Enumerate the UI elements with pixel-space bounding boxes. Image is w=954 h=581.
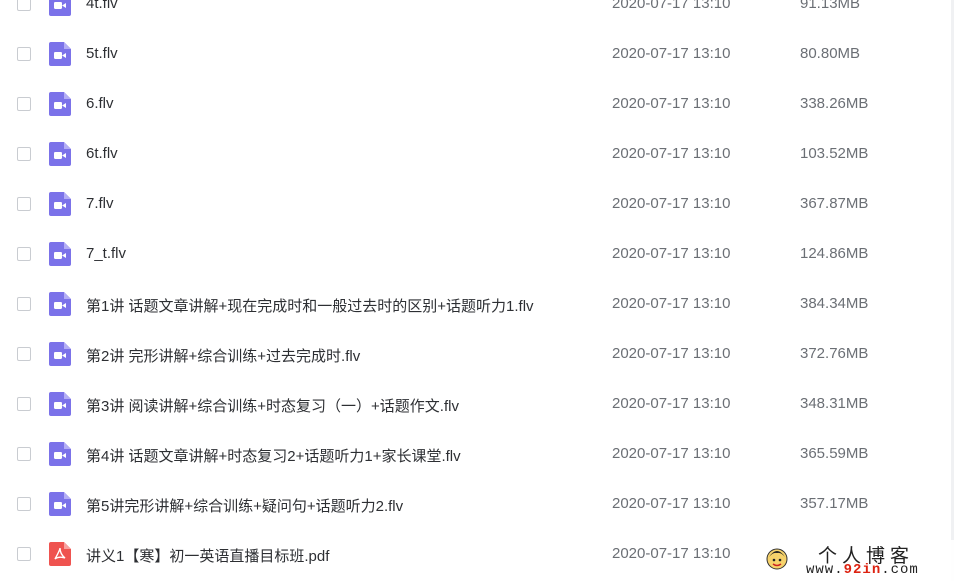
file-size: 372.76MB xyxy=(800,345,869,362)
video-file-icon xyxy=(49,192,71,216)
file-row[interactable]: 6t.flv 2020-07-17 13:10 103.52MB xyxy=(0,130,954,180)
file-date: 2020-07-17 13:10 xyxy=(612,545,731,562)
file-name[interactable]: 7.flv xyxy=(86,195,114,212)
file-size: 103.52MB xyxy=(800,145,869,162)
row-checkbox[interactable] xyxy=(17,347,31,361)
file-name[interactable]: 6t.flv xyxy=(86,145,118,162)
watermark-url: www.92in.com xyxy=(806,562,919,578)
file-name[interactable]: 5t.flv xyxy=(86,45,118,62)
row-checkbox[interactable] xyxy=(17,297,31,311)
file-size: 80.80MB xyxy=(800,45,861,62)
video-file-icon xyxy=(49,492,71,516)
video-file-icon xyxy=(49,342,71,366)
video-file-icon xyxy=(49,0,71,16)
file-row[interactable]: 第5讲完形讲解+综合训练+疑问句+话题听力2.flv 2020-07-17 13:… xyxy=(0,480,954,530)
video-file-icon xyxy=(49,442,71,466)
file-date: 2020-07-17 13:10 xyxy=(612,95,731,112)
file-row[interactable]: 第4讲 话题文章讲解+时态复习2+话题听力1+家长课堂.flv 2020-07-1… xyxy=(0,430,954,480)
file-name[interactable]: 第1讲 话题文章讲解+现在完成时和一般过去时的区别+话题听力1.flv xyxy=(86,295,534,316)
file-size: 124.86MB xyxy=(800,245,869,262)
file-date: 2020-07-17 13:10 xyxy=(612,395,731,412)
row-checkbox[interactable] xyxy=(17,47,31,61)
file-row[interactable]: 5t.flv 2020-07-17 13:10 80.80MB xyxy=(0,30,954,80)
file-size: 365.59MB xyxy=(800,445,869,462)
file-size: 357.17MB xyxy=(800,495,869,512)
file-name[interactable]: 第4讲 话题文章讲解+时态复习2+话题听力1+家长课堂.flv xyxy=(86,445,461,466)
file-size: 338.26MB xyxy=(800,95,869,112)
file-row[interactable]: 4t.flv 2020-07-17 13:10 91.13MB xyxy=(0,0,954,30)
file-row[interactable]: 第1讲 话题文章讲解+现在完成时和一般过去时的区别+话题听力1.flv 2020-… xyxy=(0,280,954,330)
video-file-icon xyxy=(49,92,71,116)
row-checkbox[interactable] xyxy=(17,97,31,111)
file-date: 2020-07-17 13:10 xyxy=(612,145,731,162)
file-date: 2020-07-17 13:10 xyxy=(612,295,731,312)
row-checkbox[interactable] xyxy=(17,397,31,411)
file-size: 367.87MB xyxy=(800,195,869,212)
video-file-icon xyxy=(49,392,71,416)
row-checkbox[interactable] xyxy=(17,447,31,461)
file-name[interactable]: 讲义1【寒】初一英语直播目标班.pdf xyxy=(86,545,329,566)
file-size: 348.31MB xyxy=(800,395,869,412)
row-checkbox[interactable] xyxy=(17,247,31,261)
file-date: 2020-07-17 13:10 xyxy=(612,345,731,362)
file-row[interactable]: 6.flv 2020-07-17 13:10 338.26MB xyxy=(0,80,954,130)
file-name[interactable]: 7_t.flv xyxy=(86,245,126,262)
video-file-icon xyxy=(49,142,71,166)
file-date: 2020-07-17 13:10 xyxy=(612,45,731,62)
file-list: 4t.flv 2020-07-17 13:10 91.13MB 5t.flv 2020-… xyxy=(0,0,954,580)
file-date: 2020-07-17 13:10 xyxy=(612,0,731,12)
row-checkbox[interactable] xyxy=(17,497,31,511)
file-name[interactable]: 第2讲 完形讲解+综合训练+过去完成时.flv xyxy=(86,345,360,366)
video-file-icon xyxy=(49,292,71,316)
watermark: 个人博客 www.92in.com xyxy=(760,540,954,581)
file-name[interactable]: 第3讲 阅读讲解+综合训练+时态复习（一）+话题作文.flv xyxy=(86,395,459,416)
file-date: 2020-07-17 13:10 xyxy=(612,495,731,512)
file-size: 91.13MB xyxy=(800,0,861,12)
file-row[interactable]: 7_t.flv 2020-07-17 13:10 124.86MB xyxy=(0,230,954,280)
file-size: 384.34MB xyxy=(800,295,869,312)
file-row[interactable]: 第2讲 完形讲解+综合训练+过去完成时.flv 2020-07-17 13:10 3… xyxy=(0,330,954,380)
watermark-logo-icon xyxy=(766,548,788,570)
row-checkbox[interactable] xyxy=(17,147,31,161)
row-checkbox[interactable] xyxy=(17,547,31,561)
file-row[interactable]: 7.flv 2020-07-17 13:10 367.87MB xyxy=(0,180,954,230)
file-name[interactable]: 4t.flv xyxy=(86,0,118,12)
file-name[interactable]: 6.flv xyxy=(86,95,114,112)
video-file-icon xyxy=(49,42,71,66)
file-date: 2020-07-17 13:10 xyxy=(612,245,731,262)
row-checkbox[interactable] xyxy=(17,197,31,211)
row-checkbox[interactable] xyxy=(17,0,31,11)
file-date: 2020-07-17 13:10 xyxy=(612,445,731,462)
file-row[interactable]: 第3讲 阅读讲解+综合训练+时态复习（一）+话题作文.flv 2020-07-17… xyxy=(0,380,954,430)
video-file-icon xyxy=(49,242,71,266)
file-name[interactable]: 第5讲完形讲解+综合训练+疑问句+话题听力2.flv xyxy=(86,495,403,516)
pdf-file-icon xyxy=(49,542,71,566)
file-date: 2020-07-17 13:10 xyxy=(612,195,731,212)
